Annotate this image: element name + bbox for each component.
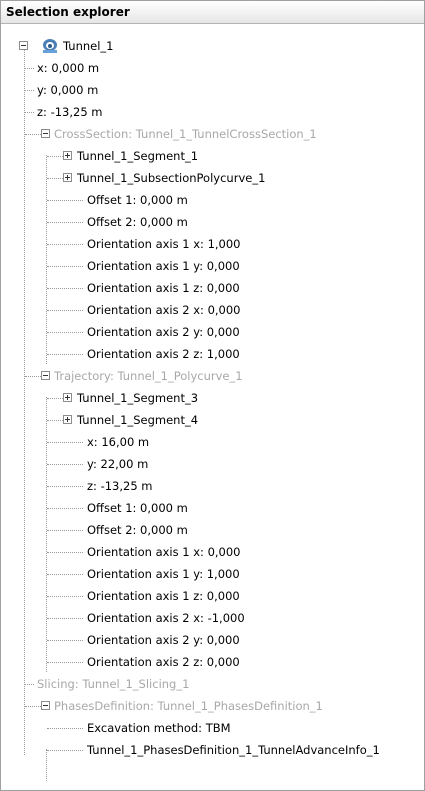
tree-guide-root [24, 45, 25, 755]
tunnel-icon [43, 39, 57, 53]
selection-tree[interactable]: Tunnel_1 x: 0,000 m y: 0,000 m z: -13,25… [1, 24, 424, 791]
expand-toggle-icon[interactable] [63, 151, 72, 160]
collapse-toggle-icon[interactable] [41, 129, 50, 138]
panel-title: Selection explorer [1, 1, 424, 24]
expand-toggle-icon[interactable] [63, 173, 72, 182]
expand-toggle-icon[interactable] [63, 415, 72, 424]
tree-node-label: Tunnel_1 [63, 39, 114, 53]
tree-guide-phases [46, 749, 47, 781]
tree-guide-trajectory [46, 397, 47, 672]
collapse-toggle-icon[interactable] [41, 371, 50, 380]
expand-toggle-icon[interactable] [63, 393, 72, 402]
collapse-toggle-icon[interactable] [41, 701, 50, 710]
tree-node-tunnel[interactable]: Tunnel_1 [1, 35, 421, 57]
selection-explorer-panel: Selection explorer Tunnel_1 x: 0,000 m y… [0, 0, 425, 791]
collapse-toggle-icon[interactable] [19, 41, 28, 50]
